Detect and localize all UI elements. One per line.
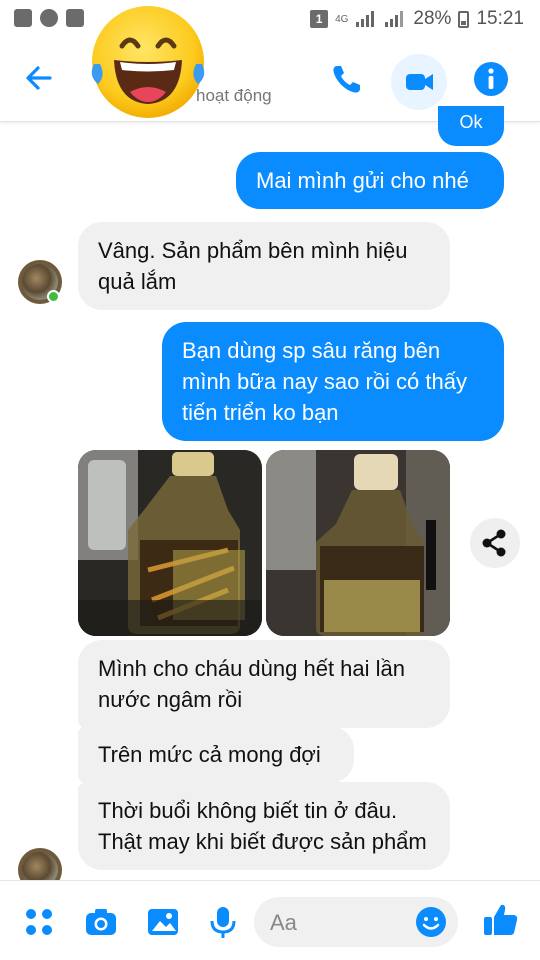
message-bubble-incoming: Trên mức cả mong đợi: [78, 726, 354, 783]
messenger-notification-icon: [40, 9, 58, 27]
emoji-icon[interactable]: [414, 905, 448, 939]
message-text: Mai mình gửi cho nhé: [256, 168, 469, 193]
message-text: Trên mức cả mong đợi: [98, 742, 321, 767]
message-bubble-incoming: Thời buổi không biết tin ở đâu. Thật may…: [78, 782, 450, 870]
signal-icon-2: [385, 11, 404, 27]
online-indicator: [47, 290, 60, 303]
notification-icons: [14, 9, 84, 27]
message-input-placeholder: Aa: [270, 910, 297, 935]
camera-icon[interactable]: [84, 905, 118, 939]
video-call-icon: [406, 74, 433, 90]
apps-icon[interactable]: [22, 905, 56, 939]
battery-icon: [458, 10, 470, 28]
message-text: Mình cho cháu dùng hết hai lần nước ngâm…: [98, 656, 406, 712]
message-text: Ok: [459, 112, 483, 132]
status-bar: 1 4G 28% 15:21: [0, 0, 540, 36]
phone-icon[interactable]: [326, 58, 368, 100]
laughing-emoji-sticker: [91, 6, 205, 118]
back-arrow-icon[interactable]: [20, 58, 60, 98]
system-status: 1 4G 28% 15:21: [310, 8, 524, 30]
message-text: Vâng. Sản phẩm bên mình hiệu quả lắm: [98, 238, 408, 294]
message-text: Bạn dùng sp sâu răng bên mình bữa nay sa…: [182, 338, 467, 425]
sim-icon: 1: [310, 10, 329, 28]
like-icon[interactable]: [482, 901, 520, 939]
network-type: 4G: [335, 13, 349, 25]
message-bubble-outgoing: Ok: [438, 106, 504, 146]
facebook-notification-icon: [66, 9, 84, 27]
message-bubble-incoming: Mình cho cháu dùng hết hai lần nước ngâm…: [78, 640, 450, 728]
photo-attachment[interactable]: [266, 450, 450, 636]
microphone-icon[interactable]: [206, 905, 240, 939]
gallery-icon[interactable]: [146, 905, 180, 939]
video-call-button[interactable]: [391, 54, 447, 110]
info-icon[interactable]: [470, 58, 512, 100]
message-bubble-outgoing: Bạn dùng sp sâu răng bên mình bữa nay sa…: [162, 322, 504, 441]
photo-attachment[interactable]: [78, 450, 262, 636]
signal-icon: [356, 11, 375, 27]
message-bubble-outgoing: Mai mình gửi cho nhé: [236, 152, 504, 209]
bottle-photo: [266, 450, 450, 636]
share-icon: [482, 529, 506, 557]
message-text: Thời buổi không biết tin ở đâu. Thật may…: [98, 798, 427, 854]
gallery-notification-icon: [14, 9, 32, 27]
share-button[interactable]: [470, 518, 520, 568]
message-input[interactable]: Aa: [254, 897, 458, 947]
battery-percent: 28%: [413, 8, 452, 29]
clock: 15:21: [476, 8, 524, 29]
message-bubble-incoming: Vâng. Sản phẩm bên mình hiệu quả lắm: [78, 222, 450, 310]
message-composer: Aa: [0, 880, 540, 960]
bottle-photo: [78, 450, 262, 636]
